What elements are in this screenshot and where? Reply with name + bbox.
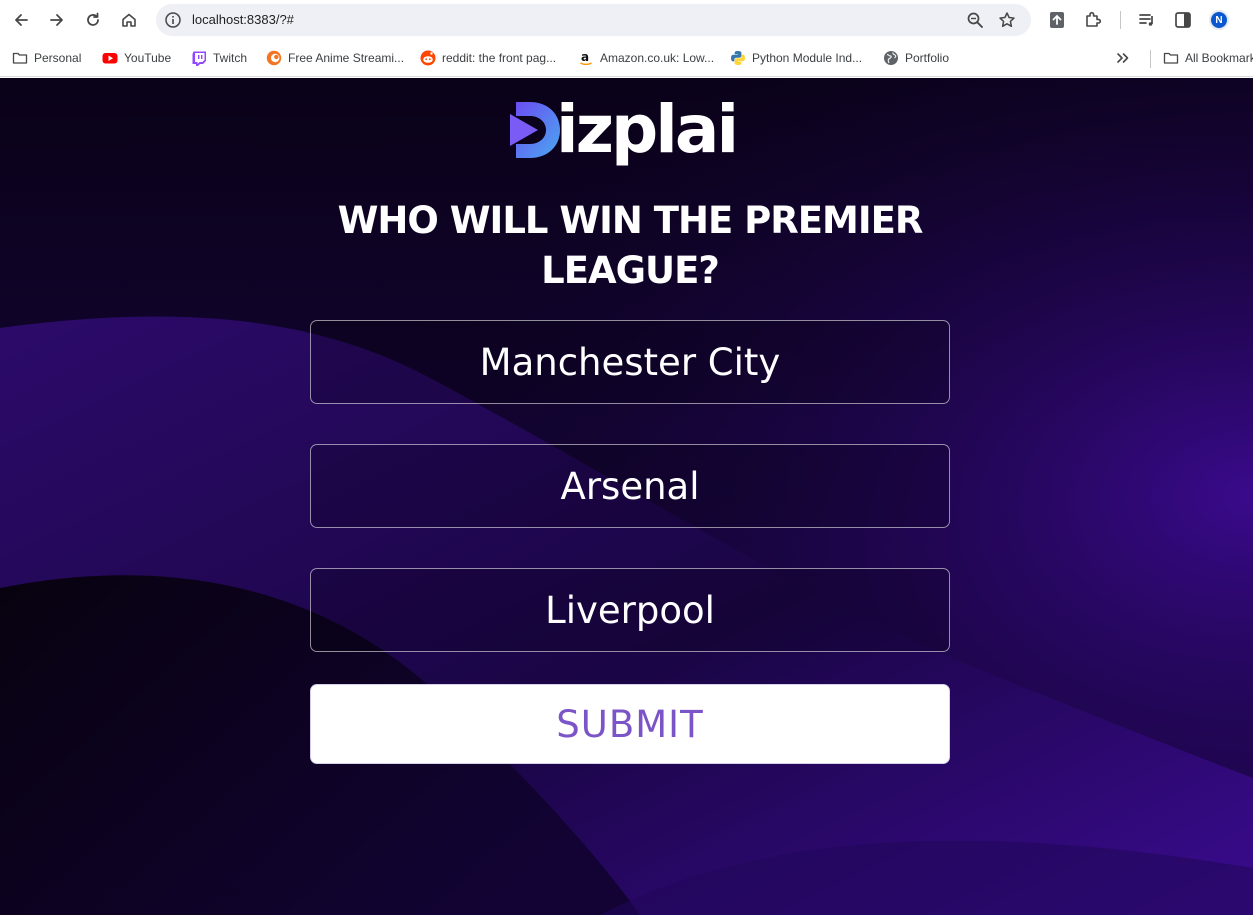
browser-toolbar: localhost:8383/?# N [0, 0, 1253, 40]
dizplai-logo: izplai [508, 90, 739, 170]
twitch-icon [192, 51, 206, 66]
bookmark-label: reddit: the front pag... [442, 51, 557, 65]
bookmarks-divider [1150, 50, 1151, 68]
bookmark-label: Twitch [213, 51, 248, 65]
forward-arrow-icon [50, 14, 63, 26]
amazon-icon: a [580, 50, 592, 66]
url-text: localhost:8383/?# [192, 12, 294, 27]
option-label: Liverpool [545, 588, 715, 632]
python-icon [731, 51, 745, 65]
address-bar[interactable]: localhost:8383/?# [156, 4, 1031, 36]
globe-icon [884, 51, 898, 65]
option-label: Manchester City [479, 340, 781, 384]
folder-icon [1163, 52, 1179, 64]
all-bookmarks-folder[interactable]: All Bookmarks [1163, 49, 1253, 67]
forward-button[interactable] [43, 6, 71, 34]
toolbar-divider [1120, 11, 1121, 29]
svg-text:a: a [581, 50, 589, 64]
bookmark-label: Python Module Ind... [752, 51, 863, 65]
side-panel-icon[interactable] [1173, 10, 1193, 30]
reload-button[interactable] [79, 6, 107, 34]
bookmark-reddit[interactable]: reddit: the front pag... [420, 49, 556, 67]
bookmark-label: YouTube [124, 51, 172, 65]
reddit-icon [420, 50, 436, 66]
submit-button[interactable]: SUBMIT [310, 684, 950, 764]
crunchyroll-icon [266, 50, 282, 66]
bookmark-label: Portfolio [905, 51, 950, 65]
bookmark-star-icon[interactable] [998, 11, 1016, 29]
media-control-icon[interactable] [1137, 10, 1157, 30]
bookmark-label: Amazon.co.uk: Low... [600, 51, 715, 65]
logo-wordmark: izplai [556, 91, 739, 168]
bookmark-twitch[interactable]: Twitch [191, 49, 247, 67]
back-button[interactable] [7, 6, 35, 34]
bookmark-crunchyroll[interactable]: Free Anime Streami... [266, 49, 404, 67]
poll-page: izplai WHO WILL WIN THE PREMIER LEAGUE? … [0, 78, 1253, 915]
reload-icon [87, 12, 99, 26]
site-info-icon[interactable] [164, 11, 182, 29]
zoom-icon[interactable] [966, 11, 984, 29]
option-label: Arsenal [560, 464, 700, 508]
bookmark-personal[interactable]: Personal [12, 49, 81, 67]
extensions-puzzle-icon[interactable] [1083, 10, 1103, 30]
option-arsenal[interactable]: Arsenal [310, 444, 950, 528]
youtube-icon [102, 53, 118, 64]
home-button[interactable] [115, 6, 143, 34]
profile-avatar[interactable]: N [1209, 10, 1229, 30]
bookmark-portfolio[interactable]: Portfolio [883, 49, 949, 67]
option-manchester-city[interactable]: Manchester City [310, 320, 950, 404]
option-liverpool[interactable]: Liverpool [310, 568, 950, 652]
extension-upload-icon[interactable] [1047, 10, 1067, 30]
more-bookmarks-chevron-icon[interactable] [1114, 49, 1132, 67]
bookmark-python[interactable]: Python Module Ind... [730, 49, 862, 67]
folder-icon [12, 52, 28, 64]
bookmark-label: Personal [34, 51, 82, 65]
bookmark-amazon[interactable]: a Amazon.co.uk: Low... [578, 49, 714, 67]
back-arrow-icon [15, 14, 28, 26]
bookmark-youtube[interactable]: YouTube [102, 49, 171, 67]
home-icon [122, 13, 136, 27]
submit-label: SUBMIT [556, 702, 704, 746]
poll-question: WHO WILL WIN THE PREMIER LEAGUE? [337, 199, 924, 292]
bookmarks-bar: Personal YouTube Twitch Free Anime Strea… [0, 40, 1253, 77]
all-bookmarks-label: All Bookmarks [1185, 51, 1253, 65]
bookmark-label: Free Anime Streami... [288, 51, 405, 65]
